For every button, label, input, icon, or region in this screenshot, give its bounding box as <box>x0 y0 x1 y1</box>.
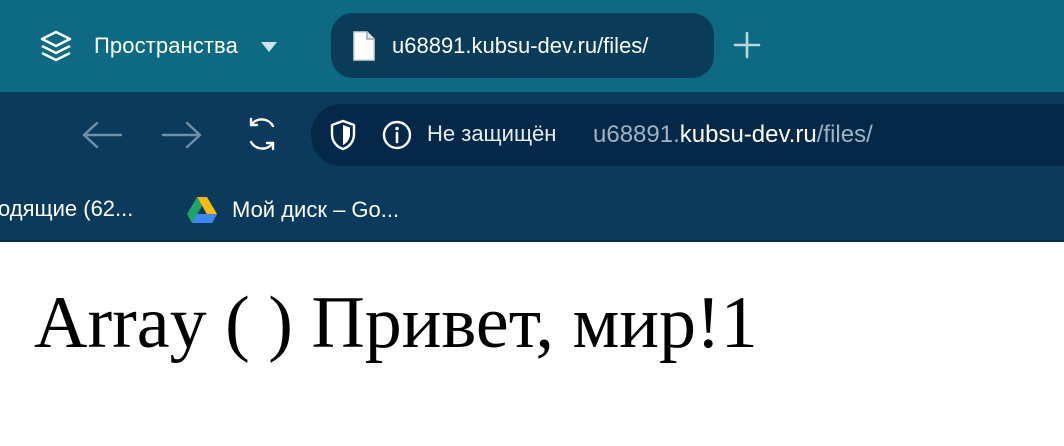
tab-bar: Пространства u68891.kubsu-dev.ru/files/ <box>0 0 1064 92</box>
chevron-down-icon <box>260 40 278 52</box>
page-body-text: Array ( ) Привет, мир!1 <box>34 282 758 364</box>
bookmarks-bar: одящие (62... Мой диск – Go... <box>0 179 1064 242</box>
back-button[interactable] <box>80 113 124 157</box>
plus-icon <box>733 31 761 59</box>
back-arrow-icon <box>82 121 123 149</box>
bookmark-item-inbox[interactable]: одящие (62... <box>0 196 133 222</box>
refresh-button[interactable] <box>240 112 284 156</box>
url-path: /files/ <box>816 121 873 148</box>
bookmark-label: одящие (62... <box>0 196 134 221</box>
bookmark-label: Мой диск – Go... <box>232 197 400 222</box>
address-bar[interactable]: Не защищён u68891.kubsu-dev.ru/files/ <box>311 104 1064 166</box>
security-status-text[interactable]: Не защищён <box>427 121 556 147</box>
url-prefix: u68891. <box>593 121 680 148</box>
spaces-label: Пространства <box>94 33 238 58</box>
file-icon <box>351 30 377 62</box>
bookmark-item-drive[interactable]: Мой диск – Go... <box>186 196 399 224</box>
layers-icon <box>38 28 74 64</box>
spaces-button[interactable]: Пространства <box>38 26 278 66</box>
page-content: Array ( ) Привет, мир!1 <box>0 242 1064 446</box>
navigation-toolbar: Не защищён u68891.kubsu-dev.ru/files/ <box>0 92 1064 179</box>
url-domain: kubsu-dev.ru <box>679 121 817 148</box>
info-icon[interactable] <box>381 119 413 151</box>
shield-icon[interactable] <box>329 119 357 151</box>
google-drive-icon <box>186 196 218 224</box>
new-tab-button[interactable] <box>730 28 764 62</box>
active-tab[interactable]: u68891.kubsu-dev.ru/files/ <box>331 13 714 78</box>
forward-button[interactable] <box>160 113 204 157</box>
forward-arrow-icon <box>161 121 202 149</box>
refresh-icon <box>249 117 275 151</box>
tab-title: u68891.kubsu-dev.ru/files/ <box>392 32 649 58</box>
url-text[interactable]: u68891.kubsu-dev.ru/files/ <box>593 121 873 149</box>
